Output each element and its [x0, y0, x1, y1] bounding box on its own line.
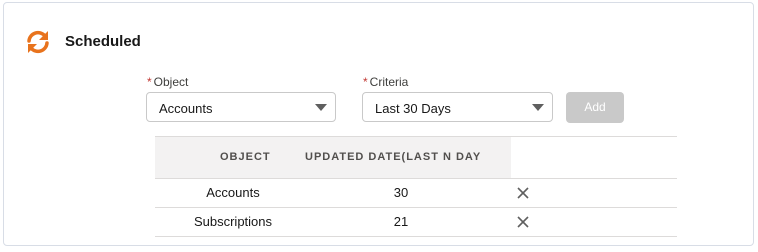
table-row: Subscriptions 21: [155, 208, 677, 237]
required-mark: *: [363, 75, 368, 89]
object-label: * Object: [147, 75, 189, 89]
close-icon[interactable]: [516, 215, 530, 229]
row-object: Accounts: [206, 185, 260, 200]
scheduled-table: OBJECT UPDATED DATE(LAST N DAY Accounts …: [155, 136, 677, 237]
refresh-icon: [27, 30, 49, 54]
row-days: 21: [393, 214, 409, 229]
row-object: Subscriptions: [193, 214, 273, 229]
row-days: 30: [393, 185, 409, 200]
add-button[interactable]: Add: [566, 92, 624, 123]
criteria-select-value: Last 30 Days: [375, 101, 451, 116]
chevron-down-icon: [315, 104, 327, 111]
card-title: Scheduled: [65, 33, 141, 50]
table-header: OBJECT UPDATED DATE(LAST N DAY: [155, 136, 677, 179]
required-mark: *: [147, 75, 152, 89]
criteria-label: * Criteria: [363, 75, 409, 89]
table-row: Accounts 30: [155, 179, 677, 208]
close-icon[interactable]: [516, 186, 530, 200]
column-header-updated-date[interactable]: UPDATED DATE(LAST N DAY: [305, 151, 495, 163]
object-select[interactable]: Accounts: [146, 92, 336, 122]
column-header-object[interactable]: OBJECT: [220, 151, 271, 163]
object-select-value: Accounts: [159, 101, 213, 116]
criteria-select[interactable]: Last 30 Days: [362, 92, 553, 122]
scheduled-card: Scheduled * Object Accounts * Criteria Las…: [3, 2, 754, 246]
chevron-down-icon: [532, 104, 544, 111]
